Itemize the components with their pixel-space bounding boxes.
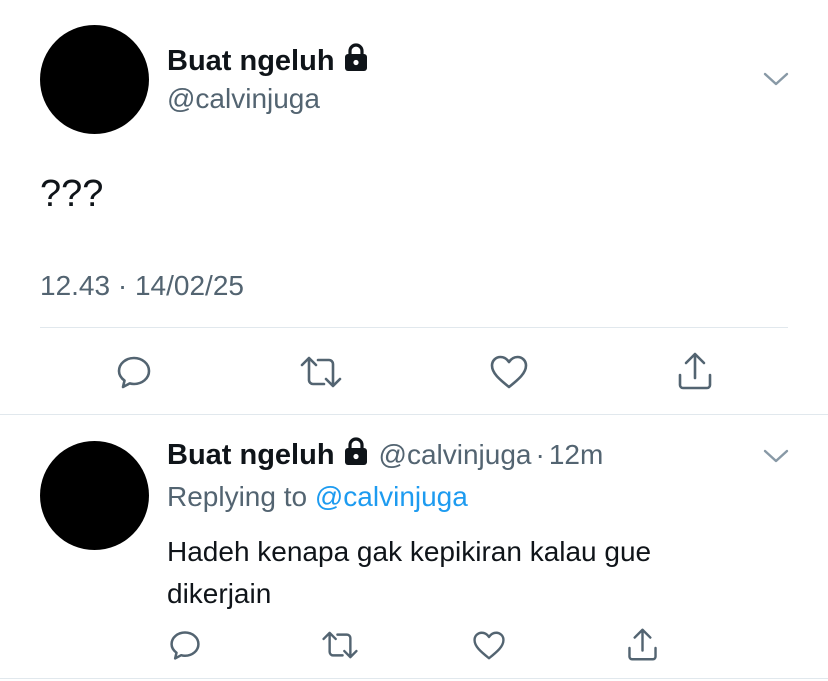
chevron-down-icon[interactable]: [758, 441, 794, 471]
reply-icon[interactable]: [114, 352, 154, 392]
heart-icon[interactable]: [470, 627, 508, 663]
reply-text-line: dikerjain: [167, 578, 272, 609]
header-separator: ·: [535, 439, 545, 470]
tweet-time: 12.43: [40, 270, 111, 301]
avatar[interactable]: [40, 25, 149, 134]
display-name[interactable]: Buat ngeluh: [167, 42, 369, 80]
divider: [0, 414, 828, 415]
reply-text-line: Hadeh kenapa gak kepikiran kalau gue: [167, 536, 652, 567]
tweet-text: ???: [40, 173, 104, 215]
timestamp-separator: ·: [117, 270, 128, 301]
reply-header: Buat ngeluh @calvinjuga · 12m: [167, 436, 603, 474]
retweet-icon[interactable]: [298, 352, 344, 392]
username[interactable]: @calvinjuga: [167, 82, 320, 116]
display-name-text: Buat ngeluh: [167, 439, 335, 471]
tweet-timestamp[interactable]: 12.43 · 14/02/25: [40, 269, 244, 303]
display-name[interactable]: Buat ngeluh: [167, 436, 369, 474]
lock-icon: [343, 436, 369, 474]
chevron-down-icon[interactable]: [758, 64, 794, 94]
share-icon[interactable]: [675, 349, 715, 393]
retweet-icon[interactable]: [320, 627, 360, 663]
share-icon[interactable]: [624, 624, 660, 664]
divider: [0, 678, 828, 679]
tweet-date: 14/02/25: [134, 270, 244, 301]
heart-icon[interactable]: [487, 352, 531, 392]
reply-icon[interactable]: [167, 627, 203, 663]
reply-text: Hadeh kenapa gak kepikiran kalau gue dik…: [167, 531, 651, 615]
divider: [40, 327, 788, 328]
replying-to-label: Replying to: [167, 481, 308, 512]
avatar[interactable]: [40, 441, 149, 550]
display-name-text: Buat ngeluh: [167, 45, 335, 77]
reply-time[interactable]: 12m: [549, 438, 603, 472]
lock-icon: [343, 42, 369, 80]
username[interactable]: @calvinjuga: [379, 438, 532, 472]
replying-to-link[interactable]: @calvinjuga: [315, 481, 468, 512]
replying-to: Replying to @calvinjuga: [167, 480, 468, 514]
